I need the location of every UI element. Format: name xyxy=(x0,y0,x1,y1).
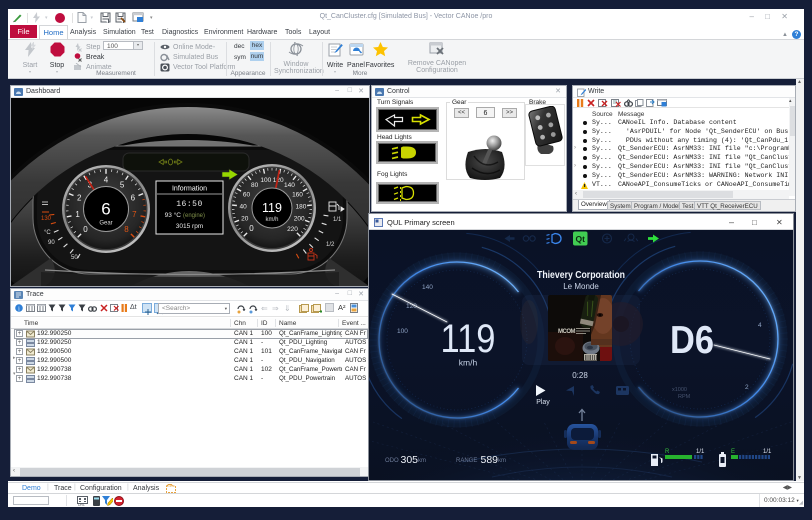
svg-text:20: 20 xyxy=(241,216,249,223)
svg-text:1/2: 1/2 xyxy=(326,242,335,248)
svg-text:119: 119 xyxy=(441,317,496,361)
svg-text:2: 2 xyxy=(77,193,82,202)
svg-text:6: 6 xyxy=(101,199,110,218)
svg-text:589: 589 xyxy=(481,454,499,466)
svg-text:Thievery Corporation: Thievery Corporation xyxy=(537,270,625,281)
svg-text:Information: Information xyxy=(172,186,207,193)
svg-text:8: 8 xyxy=(124,225,129,234)
svg-text:RANGE: RANGE xyxy=(456,458,477,464)
svg-text:1: 1 xyxy=(75,210,80,219)
svg-text:km/h: km/h xyxy=(265,217,278,223)
svg-text:1/1: 1/1 xyxy=(333,217,342,223)
svg-text:200: 200 xyxy=(294,216,305,223)
svg-text:220: 220 xyxy=(287,226,298,233)
svg-text:3015 rpm: 3015 rpm xyxy=(176,223,203,230)
svg-text:R: R xyxy=(665,449,670,455)
svg-text:90: 90 xyxy=(48,240,55,246)
svg-text:(engine): (engine) xyxy=(183,213,205,219)
svg-text:0: 0 xyxy=(83,225,88,234)
svg-text:60: 60 xyxy=(243,192,251,199)
svg-text:°C: °C xyxy=(44,230,51,236)
svg-text:6: 6 xyxy=(131,193,136,202)
svg-text:140: 140 xyxy=(422,284,433,291)
svg-text:0: 0 xyxy=(249,224,254,233)
svg-text:DRL: DRL xyxy=(78,503,85,506)
svg-text:Gear: Gear xyxy=(99,221,112,227)
svg-text:D6: D6 xyxy=(670,319,714,362)
svg-text:119: 119 xyxy=(262,201,282,215)
svg-text:km: km xyxy=(418,458,426,464)
svg-text:Le Monde: Le Monde xyxy=(563,282,599,291)
svg-text:km: km xyxy=(498,458,506,464)
svg-text:Qt: Qt xyxy=(575,234,585,244)
svg-text:RPM: RPM xyxy=(678,394,691,400)
svg-text:MCOM: MCOM xyxy=(558,329,575,335)
svg-text:E: E xyxy=(731,449,735,455)
svg-text:93 °C: 93 °C xyxy=(165,211,182,219)
svg-text:4: 4 xyxy=(104,175,109,184)
svg-text:km/h: km/h xyxy=(459,358,478,368)
svg-text:4: 4 xyxy=(758,322,762,329)
svg-text:1/1: 1/1 xyxy=(763,449,772,455)
svg-text:40: 40 xyxy=(239,203,247,210)
svg-text:x1000: x1000 xyxy=(672,387,687,393)
svg-text:80: 80 xyxy=(251,182,259,189)
svg-text:ODO: ODO xyxy=(385,458,399,464)
svg-text:100: 100 xyxy=(260,177,271,184)
svg-text:305: 305 xyxy=(401,454,419,466)
svg-text:16:50: 16:50 xyxy=(176,200,203,209)
svg-text:2: 2 xyxy=(745,384,749,391)
svg-text:50: 50 xyxy=(71,255,78,261)
svg-text:1/1: 1/1 xyxy=(696,449,705,455)
svg-text:130: 130 xyxy=(41,216,52,222)
svg-text:160: 160 xyxy=(292,192,303,199)
svg-text:0:28: 0:28 xyxy=(572,371,588,380)
svg-text:100: 100 xyxy=(397,328,408,335)
svg-text:Play: Play xyxy=(536,399,550,406)
svg-text:7: 7 xyxy=(132,210,137,219)
svg-text:140: 140 xyxy=(284,182,295,189)
svg-text:5: 5 xyxy=(120,180,125,189)
svg-text:180: 180 xyxy=(295,203,306,210)
